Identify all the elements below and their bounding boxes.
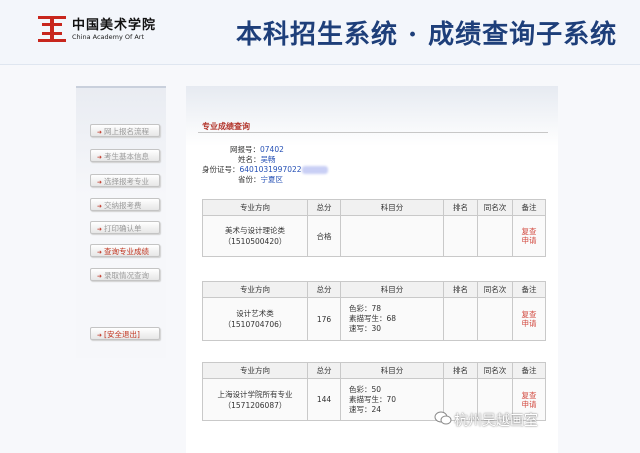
main-panel: 专业成绩查询 网报号：07402 姓名：吴畅 身份证号：640103199702…	[186, 86, 558, 453]
recheck-apply-link[interactable]: 复查 申请	[512, 215, 546, 257]
subjects-cell: 色彩：50 素描写生：70 速写：24	[340, 378, 444, 421]
arrow-right-icon: ➜	[97, 179, 103, 186]
arrow-right-icon: ➜	[97, 273, 103, 280]
col-header-subjects: 科目分	[340, 281, 444, 298]
major-cell: 上海设计学院所有专业 （1571206087）	[202, 378, 308, 421]
col-header-tie: 同名次	[477, 281, 513, 298]
name-value: 吴畅	[260, 155, 276, 164]
system-title: 本科招生系统 · 成绩查询子系统	[236, 20, 618, 50]
col-header-rank: 排名	[443, 281, 478, 298]
rank-cell	[443, 215, 478, 257]
col-header-major: 专业方向	[202, 281, 308, 298]
academy-logo-icon	[38, 16, 66, 42]
col-header-note: 备注	[512, 199, 546, 216]
province-value: 宁夏区	[260, 175, 284, 184]
col-header-total: 总分	[307, 199, 341, 216]
col-header-note: 备注	[512, 362, 546, 379]
header: 中国美术学院 China Academy Of Art 本科招生系统 · 成绩查…	[0, 0, 640, 65]
col-header-major: 专业方向	[202, 362, 308, 379]
col-header-subjects: 科目分	[340, 362, 444, 379]
subjects-cell: 色彩：78 素描写生：68 速写：30	[340, 297, 444, 341]
col-header-major: 专业方向	[202, 199, 308, 216]
province-row: 省份：宁夏区	[238, 175, 284, 184]
sidebar-item-applicant-info[interactable]: ➜ 考生基本信息	[90, 149, 160, 162]
arrow-right-icon: ➜	[97, 332, 103, 339]
col-header-total: 总分	[307, 281, 341, 298]
sidebar-item-choose-major[interactable]: ➜ 选择报考专业	[90, 174, 160, 187]
logo-english-name: China Academy Of Art	[72, 33, 145, 41]
arrow-right-icon: ➜	[97, 249, 103, 256]
arrow-right-icon: ➜	[97, 154, 103, 161]
tie-cell	[477, 215, 513, 257]
col-header-note: 备注	[512, 281, 546, 298]
watermark-text: 杭州吴越画室	[454, 413, 538, 429]
major-cell: 美术与设计理论类 （1510500420）	[202, 215, 308, 257]
sidebar-item-score-query[interactable]: ➜ 查询专业成绩	[90, 244, 160, 257]
section-divider	[198, 132, 548, 133]
arrow-right-icon: ➜	[97, 226, 103, 233]
major-cell: 设计艺术类 （1510704706）	[202, 297, 308, 341]
logo-chinese-name: 中国美术学院	[72, 18, 157, 33]
redaction-blur	[301, 166, 328, 174]
tie-cell	[477, 297, 513, 341]
wechat-icon	[434, 411, 452, 425]
rank-cell	[443, 297, 478, 341]
sidebar-item-pay-fee[interactable]: ➜ 交纳报考费	[90, 198, 160, 211]
col-header-rank: 排名	[443, 362, 478, 379]
id-value: 6401031997022	[239, 165, 302, 174]
total-cell: 144	[307, 378, 341, 421]
col-header-tie: 同名次	[477, 199, 513, 216]
total-cell: 176	[307, 297, 341, 341]
logout-button[interactable]: ➜ [安全退出]	[90, 327, 160, 340]
sidebar: ➜ 网上报名流程 ➜ 考生基本信息 ➜ 选择报考专业 ➜ 交纳报考费 ➜ 打印确认单 ➜ 查…	[76, 86, 166, 358]
arrow-right-icon: ➜	[97, 129, 103, 136]
section-title: 专业成绩查询	[202, 122, 250, 131]
sidebar-item-print-confirmation[interactable]: ➜ 打印确认单	[90, 221, 160, 234]
col-header-subjects: 科目分	[340, 199, 444, 216]
reg-no-value: 07402	[260, 145, 284, 154]
score-table-2: 专业方向 总分 科目分 排名 同名次 备注 设计艺术类 （1510704706） …	[202, 281, 546, 341]
arrow-right-icon: ➜	[97, 203, 103, 210]
score-table-1: 专业方向 总分 科目分 排名 同名次 备注 美术与设计理论类 （151050042…	[202, 199, 546, 257]
recheck-apply-link[interactable]: 复查 申请	[512, 297, 546, 341]
sidebar-item-registration-process[interactable]: ➜ 网上报名流程	[90, 124, 160, 137]
col-header-tie: 同名次	[477, 362, 513, 379]
col-header-total: 总分	[307, 362, 341, 379]
col-header-rank: 排名	[443, 199, 478, 216]
subjects-cell	[340, 215, 444, 257]
total-cell: 合格	[307, 215, 341, 257]
sidebar-item-admission-query[interactable]: ➜ 录取情况查询	[90, 268, 160, 281]
